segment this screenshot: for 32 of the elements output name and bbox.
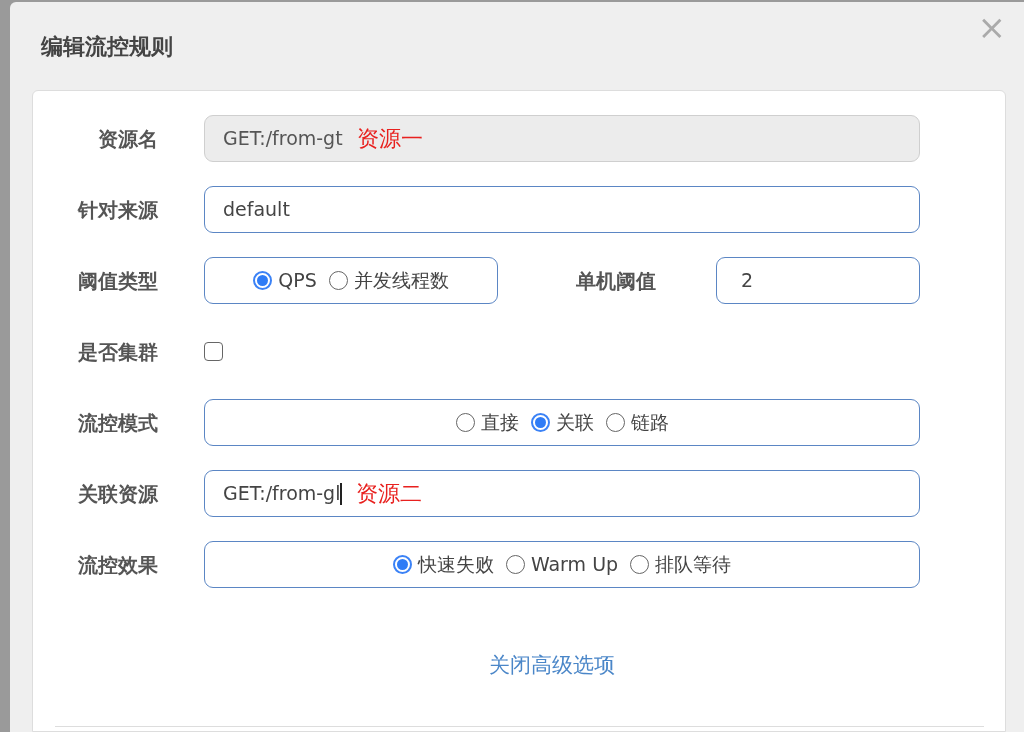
close-advanced-link[interactable]: 关闭高级选项	[488, 650, 615, 682]
field-label: 阈值类型	[78, 267, 158, 295]
radio-button[interactable]	[253, 271, 273, 290]
radio-button[interactable]	[455, 413, 475, 432]
annotation-text: 资源二	[355, 480, 422, 508]
radio-button[interactable]	[630, 555, 650, 574]
radio-option[interactable]: 并发线程数	[328, 266, 449, 295]
radio-button[interactable]	[328, 271, 348, 290]
radio-option[interactable]: 关联	[530, 408, 594, 437]
checkbox[interactable]	[204, 342, 223, 361]
radio-button[interactable]	[392, 555, 412, 574]
dialog-title: 编辑流控规则	[41, 33, 173, 61]
field-label: 流控效果	[78, 551, 158, 579]
radio-button[interactable]	[530, 413, 550, 432]
radio-option[interactable]: 直接	[455, 408, 519, 437]
radio-option[interactable]: 快速失败	[392, 550, 494, 579]
radio-option[interactable]: QPS	[253, 266, 317, 295]
radio-option[interactable]: 排队等待	[630, 550, 732, 579]
field-label: 是否集群	[78, 338, 158, 366]
field-label: 针对来源	[78, 196, 158, 224]
field-label: 单机阈值	[576, 267, 657, 295]
radio-option[interactable]: Warm Up	[505, 550, 619, 579]
radio-option[interactable]: 链路	[605, 408, 669, 437]
field-label: 关联资源	[78, 480, 158, 508]
radio-button[interactable]	[605, 413, 625, 432]
text-field[interactable]: GET:/from-gl 资源二	[204, 470, 920, 517]
annotation-text: 资源一	[356, 125, 423, 153]
text-field[interactable]: 2	[716, 257, 920, 304]
text-field[interactable]: default	[204, 186, 920, 233]
radio-button[interactable]	[505, 555, 525, 574]
field-label: 流控模式	[78, 409, 158, 437]
field-label: 资源名	[98, 125, 158, 153]
